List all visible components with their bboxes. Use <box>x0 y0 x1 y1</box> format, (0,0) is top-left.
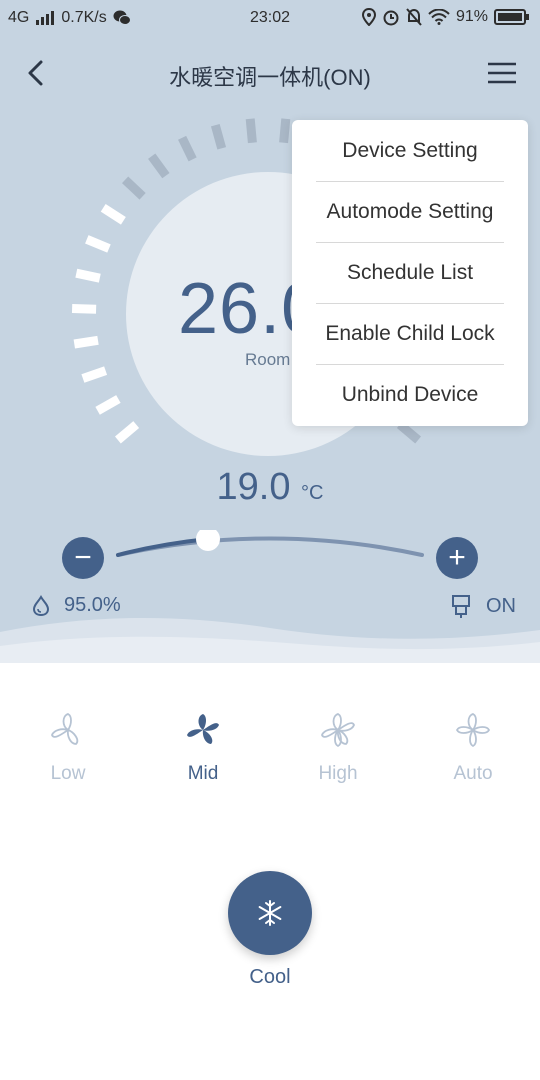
dial-tick <box>71 304 97 314</box>
fan-filled-icon <box>187 714 219 744</box>
dial-tick <box>396 421 421 444</box>
dial-tick <box>210 123 227 150</box>
dial-tick <box>279 118 291 144</box>
fan-speed-label: Auto <box>453 763 493 784</box>
menu-item-device-setting[interactable]: Device Setting <box>316 120 504 182</box>
fan-speed-label: High <box>318 763 358 784</box>
fan-outline-icon <box>51 713 79 745</box>
options-menu: Device Setting Automode Setting Schedule… <box>292 120 528 426</box>
fan-speed-auto[interactable]: Auto <box>423 710 523 785</box>
mode-label: Cool <box>249 966 291 988</box>
increase-button[interactable]: + <box>436 537 478 579</box>
dial-tick <box>178 135 197 162</box>
dial-tick <box>115 421 140 444</box>
decrease-button[interactable]: − <box>62 537 104 579</box>
fan-outline-icon <box>455 713 491 748</box>
dial-tick <box>100 204 126 225</box>
menu-item-automode-setting[interactable]: Automode Setting <box>316 181 504 243</box>
menu-item-schedule-list[interactable]: Schedule List <box>316 242 504 304</box>
fan-speed-label: Mid <box>187 763 219 784</box>
fan-outline-icon <box>321 713 355 748</box>
dial-tick <box>245 118 257 144</box>
setpoint-unit: °C <box>301 482 324 504</box>
dial-tick <box>73 335 99 349</box>
menu-item-enable-child-lock[interactable]: Enable Child Lock <box>316 303 504 365</box>
slider-track-filled <box>116 537 210 557</box>
dial-tick <box>85 235 111 253</box>
room-label: Room <box>245 350 291 369</box>
fan-speed-mid[interactable]: Mid <box>153 710 253 785</box>
dial-tick <box>95 395 121 415</box>
menu-item-unbind-device[interactable]: Unbind Device <box>316 364 504 425</box>
plus-icon: + <box>448 541 466 574</box>
dial-tick <box>122 176 146 200</box>
mode-button[interactable] <box>228 871 312 955</box>
fan-speed-high[interactable]: High <box>288 710 388 785</box>
fan-speed-low[interactable]: Low <box>18 710 118 785</box>
setpoint-value: 19.0 <box>216 466 291 508</box>
setpoint-display: 19.0 °C <box>0 466 540 509</box>
slider-thumb <box>196 530 220 551</box>
fan-speed-selector: Low Mid High Auto <box>0 710 540 790</box>
top-panel: 4G 0.7K/s 23:02 91% 水暖空调一体机(ON) 26.0 Roo… <box>0 0 540 663</box>
decorative-wave <box>0 617 540 663</box>
fan-speed-label: Low <box>50 763 86 784</box>
dial-tick <box>81 366 108 383</box>
minus-icon: − <box>74 541 92 574</box>
dial-tick <box>75 268 101 283</box>
snowflake-icon <box>258 900 282 926</box>
dial-tick <box>148 153 170 179</box>
setpoint-slider[interactable]: − + <box>60 530 480 590</box>
